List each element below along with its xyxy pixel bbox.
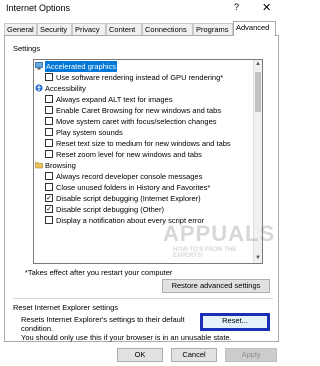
help-button[interactable]: ? xyxy=(234,2,239,12)
checkbox[interactable] xyxy=(45,128,53,136)
tab-security[interactable]: Security xyxy=(37,23,72,35)
checkbox-checked[interactable]: ✓ xyxy=(45,194,53,202)
tree-item-label: Always expand ALT text for images xyxy=(56,95,173,104)
tab-general[interactable]: General xyxy=(4,23,37,35)
settings-tree[interactable]: Accelerated graphics Use software render… xyxy=(33,59,263,264)
folder-icon xyxy=(35,162,43,169)
tree-item-label: Reset text size to medium for new window… xyxy=(56,139,231,148)
tree-item-label: Disable script debugging (Internet Explo… xyxy=(56,194,201,203)
tab-content[interactable]: Content xyxy=(106,23,142,35)
tree-item-label: Move system caret with focus/selection c… xyxy=(56,117,217,126)
tree-item-label: Close unused folders in History and Favo… xyxy=(56,183,211,192)
restart-note: *Takes effect after you restart your com… xyxy=(25,268,173,277)
tab-programs[interactable]: Programs xyxy=(193,23,233,35)
checkbox[interactable] xyxy=(45,95,53,103)
checkbox-checked[interactable]: ✓ xyxy=(45,205,53,213)
tree-item-label: Use software rendering instead of GPU re… xyxy=(56,73,224,82)
monitor-icon xyxy=(35,62,43,70)
tree-item-label: Accelerated graphics xyxy=(45,61,118,72)
restore-advanced-settings-button[interactable]: Restore advanced settings xyxy=(162,279,270,293)
ok-button[interactable]: OK xyxy=(117,348,163,362)
tree-item-label: Browsing xyxy=(45,161,76,170)
checkbox[interactable] xyxy=(45,73,53,81)
checkbox[interactable] xyxy=(45,183,53,191)
reset-group-label: Reset Internet Explorer settings xyxy=(13,303,119,312)
tree-item-label: Enable Caret Browsing for new windows an… xyxy=(56,106,222,115)
reset-description-line1: Resets Internet Explorer's settings to t… xyxy=(21,315,185,324)
checkbox[interactable] xyxy=(45,172,53,180)
tree-item-label: Display a notification about every scrip… xyxy=(56,216,204,225)
scroll-down-icon[interactable]: ▼ xyxy=(254,254,262,263)
scrollbar-thumb[interactable] xyxy=(255,72,261,112)
checkbox[interactable] xyxy=(45,139,53,147)
checkbox[interactable] xyxy=(45,117,53,125)
window-title: Internet Options xyxy=(6,3,71,13)
settings-group-label: Settings xyxy=(13,44,41,53)
tab-privacy[interactable]: Privacy xyxy=(72,23,106,35)
reset-button[interactable]: Reset... xyxy=(200,313,270,331)
tree-item-label: Accessibility xyxy=(45,84,86,93)
tree-item-label: Play system sounds xyxy=(56,128,123,137)
cancel-button[interactable]: Cancel xyxy=(171,348,217,362)
checkbox[interactable] xyxy=(45,216,53,224)
scroll-up-icon[interactable]: ▲ xyxy=(254,60,262,69)
vertical-scrollbar[interactable]: ▲ ▼ xyxy=(253,60,262,263)
apply-button[interactable]: Apply xyxy=(225,348,277,362)
title-bar: Internet Options ? ✕ xyxy=(0,0,283,16)
tree-item-label: Reset zoom level for new windows and tab… xyxy=(56,150,202,159)
tab-connections[interactable]: Connections xyxy=(142,23,193,35)
tree-item-label: Disable script debugging (Other) xyxy=(56,205,164,214)
reset-description-line2: condition. xyxy=(21,324,54,333)
checkbox[interactable] xyxy=(45,106,53,114)
reset-warning: You should only use this if your browser… xyxy=(21,333,232,342)
close-icon[interactable]: ✕ xyxy=(262,1,271,14)
divider xyxy=(13,298,273,299)
accessibility-icon xyxy=(35,84,43,92)
checkbox[interactable] xyxy=(45,150,53,158)
advanced-panel: Settings Accelerated graphics Use softwa… xyxy=(4,35,279,342)
tree-item-label: Always record developer console messages xyxy=(56,172,203,181)
tab-advanced[interactable]: Advanced xyxy=(233,21,276,36)
